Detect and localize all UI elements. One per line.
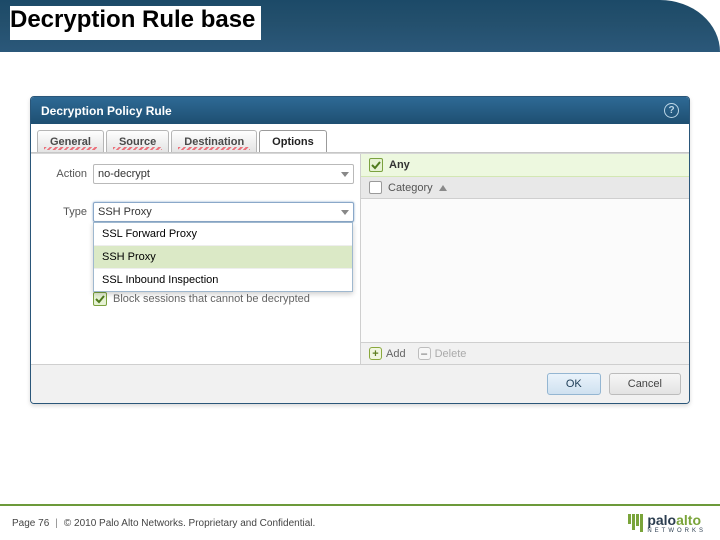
logo-word2: alto: [676, 512, 701, 528]
tab-general[interactable]: General: [37, 130, 104, 152]
copyright: © 2010 Palo Alto Networks. Proprietary a…: [64, 518, 315, 529]
type-option-ssl-inbound[interactable]: SSL Inbound Inspection: [94, 269, 352, 291]
any-checkbox[interactable]: [369, 158, 383, 172]
category-header[interactable]: Category: [361, 177, 689, 199]
slide-footer: Page 76 | © 2010 Palo Alto Networks. Pro…: [0, 504, 720, 540]
sort-asc-icon: [439, 185, 447, 191]
type-option-ssh-proxy[interactable]: SSH Proxy: [94, 246, 352, 269]
delete-label: Delete: [435, 348, 467, 360]
action-row: Action no-decrypt: [37, 164, 354, 184]
cancel-button[interactable]: Cancel: [609, 373, 681, 395]
tab-destination[interactable]: Destination: [171, 130, 257, 152]
block-sessions-row: Block sessions that cannot be decrypted: [93, 292, 354, 306]
dialog-title: Decryption Policy Rule: [41, 104, 172, 118]
slide-title: Decryption Rule base: [10, 6, 261, 40]
add-button[interactable]: + Add: [369, 347, 406, 360]
logo-text: paloalto: [647, 512, 706, 528]
footer-separator: |: [55, 518, 58, 529]
dialog-body: Action no-decrypt Type SSH Proxy SSL For…: [31, 153, 689, 364]
check-icon: [371, 160, 381, 170]
logo-word1: palo: [647, 512, 676, 528]
dialog-footer: OK Cancel: [31, 364, 689, 403]
category-select-all-checkbox[interactable]: [369, 181, 382, 194]
delete-button[interactable]: − Delete: [418, 347, 467, 360]
ok-button[interactable]: OK: [547, 373, 601, 395]
tab-source[interactable]: Source: [106, 130, 169, 152]
paloalto-logo: paloalto NETWORKS: [628, 512, 706, 534]
type-select-value: SSH Proxy: [98, 206, 152, 218]
spellcheck-wavy-icon: [178, 147, 250, 150]
decryption-rule-dialog: Decryption Policy Rule ? General Source …: [30, 96, 690, 404]
left-pane: Action no-decrypt Type SSH Proxy SSL For…: [31, 154, 361, 364]
category-list: [361, 199, 689, 342]
check-icon: [95, 294, 105, 304]
type-option-ssl-forward[interactable]: SSL Forward Proxy: [94, 223, 352, 246]
spellcheck-wavy-icon: [44, 147, 97, 150]
type-row: Type SSH Proxy: [37, 202, 354, 222]
type-select[interactable]: SSH Proxy: [93, 202, 354, 222]
block-sessions-label: Block sessions that cannot be decrypted: [113, 293, 310, 305]
logo-mark-icon: [628, 514, 643, 532]
minus-icon: −: [418, 347, 431, 360]
tab-row: General Source Destination Options: [31, 124, 689, 153]
plus-icon: +: [369, 347, 382, 360]
dialog-titlebar: Decryption Policy Rule ?: [31, 97, 689, 124]
tab-options[interactable]: Options: [259, 130, 327, 152]
logo-subtext: NETWORKS: [647, 528, 706, 534]
type-dropdown: SSL Forward Proxy SSH Proxy SSL Inbound …: [93, 222, 353, 292]
action-label: Action: [37, 168, 93, 180]
chevron-down-icon: [341, 172, 349, 177]
category-label: Category: [388, 182, 433, 194]
block-sessions-checkbox[interactable]: [93, 292, 107, 306]
type-label: Type: [37, 206, 93, 218]
spellcheck-wavy-icon: [113, 147, 162, 150]
any-row: Any: [361, 154, 689, 177]
action-select[interactable]: no-decrypt: [93, 164, 354, 184]
action-select-value: no-decrypt: [98, 168, 150, 180]
chevron-down-icon: [341, 210, 349, 215]
page-number: Page 76: [12, 518, 49, 529]
any-label: Any: [389, 159, 410, 171]
add-label: Add: [386, 348, 406, 360]
right-toolbar: + Add − Delete: [361, 342, 689, 364]
help-icon[interactable]: ?: [664, 103, 679, 118]
right-pane: Any Category + Add − Delete: [361, 154, 689, 364]
tab-options-label: Options: [272, 136, 314, 148]
